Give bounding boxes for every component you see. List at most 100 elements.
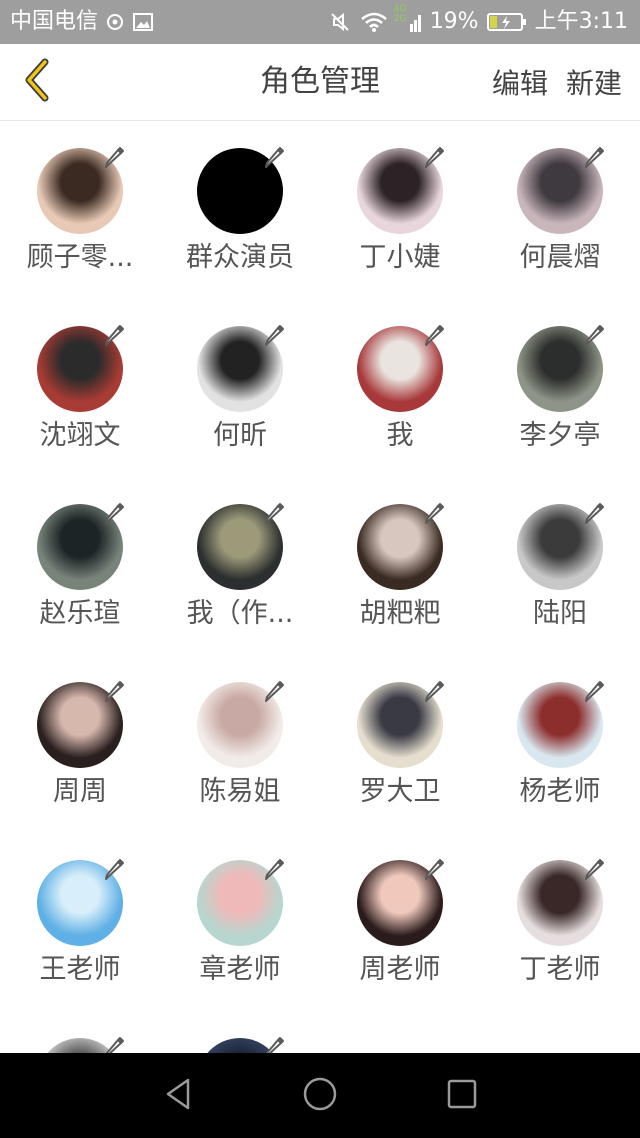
avatar-container xyxy=(357,681,444,768)
role-name: 章老师 xyxy=(199,954,281,985)
avatar-container xyxy=(357,325,444,412)
role-name: 李夕亭 xyxy=(519,420,601,451)
avatar-container xyxy=(197,147,284,234)
nav-back-button[interactable] xyxy=(138,1053,218,1138)
role-name: 陈易姐 xyxy=(199,776,281,807)
role-item[interactable]: 章老师 xyxy=(160,833,320,1011)
pencil-icon[interactable] xyxy=(259,1032,289,1053)
role-name: 沈翊文 xyxy=(39,420,121,451)
mute-icon xyxy=(328,10,352,34)
role-item[interactable]: 沈翊文 xyxy=(0,299,160,477)
eye-icon xyxy=(104,11,126,33)
role-name: 顾子零... xyxy=(26,242,134,273)
avatar-container xyxy=(37,859,124,946)
avatar-container xyxy=(37,1037,124,1053)
role-item[interactable]: 杨老师 xyxy=(480,655,640,833)
role-name: 我 xyxy=(386,420,414,451)
role-item[interactable]: 王老师 xyxy=(0,833,160,1011)
avatar-container xyxy=(37,147,124,234)
pencil-icon[interactable] xyxy=(419,320,449,350)
role-name: 丁老师 xyxy=(519,954,601,985)
role-name: 胡粑粑 xyxy=(359,598,441,629)
role-name: 群众演员 xyxy=(186,242,294,273)
role-name: 陆阳 xyxy=(533,598,587,629)
role-name: 罗大卫 xyxy=(359,776,441,807)
role-item[interactable] xyxy=(0,1011,160,1053)
status-right: 4G 2G 19% 上午3:11 xyxy=(328,0,628,44)
nav-recent-button[interactable] xyxy=(422,1053,502,1138)
avatar-container xyxy=(517,147,604,234)
pencil-icon[interactable] xyxy=(259,320,289,350)
pencil-icon[interactable] xyxy=(99,320,129,350)
pencil-icon[interactable] xyxy=(419,142,449,172)
pencil-icon[interactable] xyxy=(579,854,609,884)
battery-percent: 19% xyxy=(429,9,479,34)
pencil-icon[interactable] xyxy=(259,854,289,884)
role-name: 丁小婕 xyxy=(359,242,441,273)
role-item[interactable]: 胡粑粑 xyxy=(320,477,480,655)
avatar-container xyxy=(197,681,284,768)
edit-button[interactable]: 编辑 xyxy=(492,62,548,102)
carrier-label: 中国电信 xyxy=(10,9,99,34)
role-item[interactable] xyxy=(160,1011,320,1053)
circle-home-icon xyxy=(302,1076,338,1116)
role-item[interactable]: 何晨熠 xyxy=(480,121,640,299)
pencil-icon[interactable] xyxy=(579,676,609,706)
role-item[interactable]: 周周 xyxy=(0,655,160,833)
status-bar: 中国电信 4G 2G 19% 上午3:11 xyxy=(0,0,640,44)
role-item[interactable]: 丁小婕 xyxy=(320,121,480,299)
status-left: 中国电信 xyxy=(10,0,154,44)
avatar-container xyxy=(197,325,284,412)
avatar-container xyxy=(357,859,444,946)
role-item[interactable]: 何昕 xyxy=(160,299,320,477)
pencil-icon[interactable] xyxy=(419,498,449,528)
role-item[interactable]: 李夕亭 xyxy=(480,299,640,477)
battery-icon xyxy=(486,11,527,33)
avatar-container xyxy=(517,325,604,412)
roles-grid: 顾子零... 群众演员 丁小婕 何晨熠沈翊文 何昕 我 李夕亭赵乐瑄 我（作... 胡粑粑 陆阳周… xyxy=(0,121,640,1053)
role-item[interactable]: 赵乐瑄 xyxy=(0,477,160,655)
role-name: 何晨熠 xyxy=(519,242,601,273)
avatar-container xyxy=(197,1037,284,1053)
wifi-icon xyxy=(360,11,388,33)
role-item[interactable]: 我 xyxy=(320,299,480,477)
pencil-icon[interactable] xyxy=(579,498,609,528)
pencil-icon[interactable] xyxy=(99,498,129,528)
role-item[interactable]: 周老师 xyxy=(320,833,480,1011)
pencil-icon[interactable] xyxy=(419,854,449,884)
avatar-container xyxy=(197,503,284,590)
header-actions: 编辑 新建 xyxy=(492,44,622,120)
pencil-icon[interactable] xyxy=(579,320,609,350)
pencil-icon[interactable] xyxy=(419,676,449,706)
avatar-container xyxy=(357,147,444,234)
pencil-icon[interactable] xyxy=(579,142,609,172)
pencil-icon[interactable] xyxy=(99,1032,129,1053)
pencil-icon[interactable] xyxy=(259,498,289,528)
role-item[interactable]: 我（作... xyxy=(160,477,320,655)
role-item[interactable]: 陆阳 xyxy=(480,477,640,655)
role-name: 周老师 xyxy=(359,954,441,985)
new-button[interactable]: 新建 xyxy=(566,62,622,102)
role-item[interactable]: 群众演员 xyxy=(160,121,320,299)
role-name: 周周 xyxy=(53,776,107,807)
avatar-container xyxy=(357,503,444,590)
role-item[interactable]: 罗大卫 xyxy=(320,655,480,833)
role-item[interactable]: 顾子零... xyxy=(0,121,160,299)
avatar-container xyxy=(37,325,124,412)
role-item[interactable]: 丁老师 xyxy=(480,833,640,1011)
signal-icon: 4G 2G xyxy=(394,4,422,34)
role-name: 何昕 xyxy=(213,420,267,451)
pencil-icon[interactable] xyxy=(259,142,289,172)
network-type-label: 4G 2G xyxy=(393,4,407,24)
avatar-container xyxy=(37,681,124,768)
clock: 上午3:11 xyxy=(534,9,628,34)
image-icon xyxy=(132,11,154,33)
pencil-icon[interactable] xyxy=(259,676,289,706)
pencil-icon[interactable] xyxy=(99,142,129,172)
role-item[interactable]: 陈易姐 xyxy=(160,655,320,833)
pencil-icon[interactable] xyxy=(99,676,129,706)
square-recent-icon xyxy=(446,1078,478,1114)
pencil-icon[interactable] xyxy=(99,854,129,884)
nav-home-button[interactable] xyxy=(280,1053,360,1138)
avatar-container xyxy=(517,681,604,768)
